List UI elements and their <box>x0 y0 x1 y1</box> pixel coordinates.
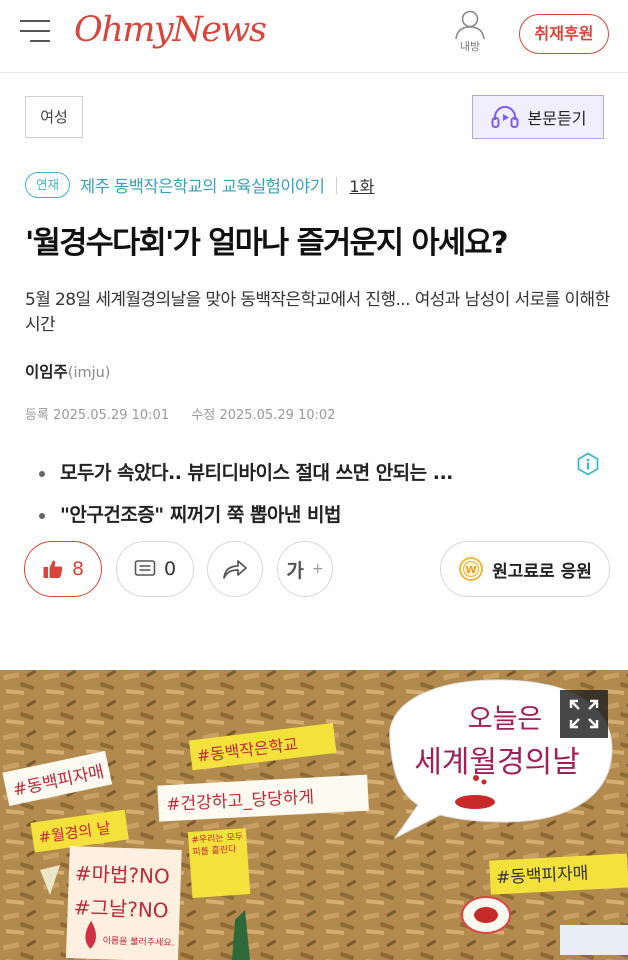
donate-button[interactable]: 취재후원 <box>519 14 609 54</box>
comment-count: 0 <box>163 558 177 580</box>
article-title: '월경수다회'가 얼마나 즐거운지 아세요? <box>25 226 509 261</box>
modified-date: 2025.05.29 10:02 <box>219 408 336 423</box>
article-dates: 등록 2025.05.29 10:01 수정 2025.05.29 10:02 <box>25 404 335 423</box>
related-link[interactable]: "안구건조증" 찌꺼기 쭉 뽑아낸 비법 <box>35 494 575 536</box>
related-links: 모두가 속았다.. 뷰티디바이스 절대 쓰면 안되는 ... "안구건조증" 찌… <box>35 452 575 536</box>
my-room-button[interactable]: 내방 <box>446 8 494 54</box>
thumbs-up-icon <box>43 560 63 578</box>
author-name: 이임주 <box>25 363 68 381</box>
share-icon <box>223 560 247 579</box>
svg-text:W: W <box>466 565 477 576</box>
photo-sign: #우리는 모두 피를 흘린다 <box>191 832 244 858</box>
support-label: 원고료로 응원 <box>492 561 592 582</box>
font-size-plus: + <box>311 561 324 577</box>
listen-button[interactable]: 본문듣기 <box>472 95 604 139</box>
logo[interactable]: OhmyNews <box>74 10 267 50</box>
photo-sign: #그날?NO <box>73 895 169 922</box>
top-header: OhmyNews 내방 취재후원 <box>0 0 628 73</box>
headphones-icon <box>491 106 519 128</box>
info-icon[interactable] <box>576 452 600 476</box>
comment-button[interactable]: 0 <box>116 541 194 597</box>
font-size-label: 가 <box>286 559 304 582</box>
menu-icon[interactable] <box>20 18 52 46</box>
user-icon <box>455 10 485 40</box>
category-tag[interactable]: 여성 <box>25 96 83 138</box>
expand-photo-button[interactable] <box>560 690 608 738</box>
bubble-line1: 오늘은 <box>468 704 543 735</box>
my-room-label: 내방 <box>459 40 481 53</box>
comment-icon <box>134 560 156 576</box>
series-divider <box>336 176 338 194</box>
article-photo[interactable]: 오늘은 세계월경의날 #동백피자매 #동백작은학교 #건강하고_당당하게 #월경… <box>0 670 628 960</box>
modified-label: 수정 <box>191 408 216 423</box>
author-id: (imju) <box>67 365 111 381</box>
author[interactable]: 이임주(imju) <box>25 360 110 382</box>
like-button[interactable]: 8 <box>24 541 102 597</box>
font-size-button[interactable]: 가 + <box>277 541 333 597</box>
series-badge: 연재 <box>25 172 71 198</box>
series-row: 연재 제주 동백작은학교의 교육실험이야기 1화 <box>25 170 374 200</box>
photo-illustration: 오늘은 세계월경의날 #동백피자매 #동백작은학교 #건강하고_당당하게 #월경… <box>0 670 628 960</box>
registered-label: 등록 <box>25 408 49 423</box>
bubble-line2: 세계월경의날 <box>414 745 580 780</box>
like-count: 8 <box>71 558 85 580</box>
support-writer-button[interactable]: W 원고료로 응원 <box>440 541 610 597</box>
fullscreen-icon <box>569 699 599 729</box>
article-subtitle: 5월 28일 세계월경의날을 맞아 동백작은학교에서 진행... 여성과 남성이… <box>25 290 610 335</box>
coin-icon: W <box>459 557 484 581</box>
series-title-link[interactable]: 제주 동백작은학교의 교육실험이야기 <box>80 173 325 197</box>
related-link[interactable]: 모두가 속았다.. 뷰티디바이스 절대 쓰면 안되는 ... <box>35 452 575 494</box>
registered-date: 2025.05.29 10:01 <box>53 408 170 423</box>
listen-label: 본문듣기 <box>527 109 587 128</box>
share-button[interactable] <box>207 541 263 597</box>
photo-sign: #마법?NO <box>74 861 170 888</box>
episode-link[interactable]: 1화 <box>349 173 374 197</box>
